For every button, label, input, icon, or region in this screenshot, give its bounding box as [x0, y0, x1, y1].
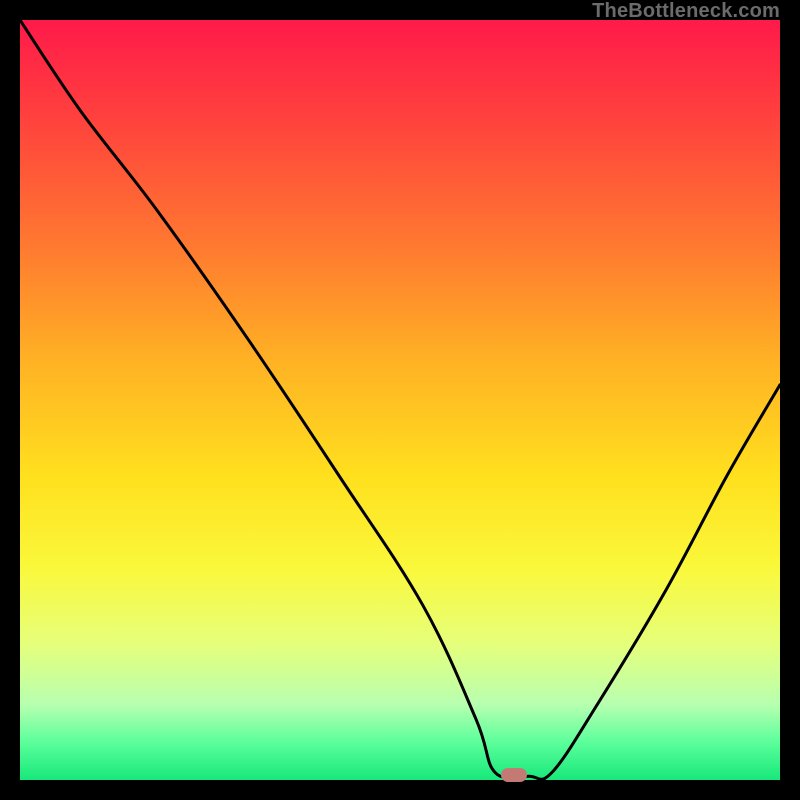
background-gradient — [20, 20, 780, 780]
chart-frame: TheBottleneck.com — [0, 0, 800, 800]
plot-area — [20, 20, 780, 780]
